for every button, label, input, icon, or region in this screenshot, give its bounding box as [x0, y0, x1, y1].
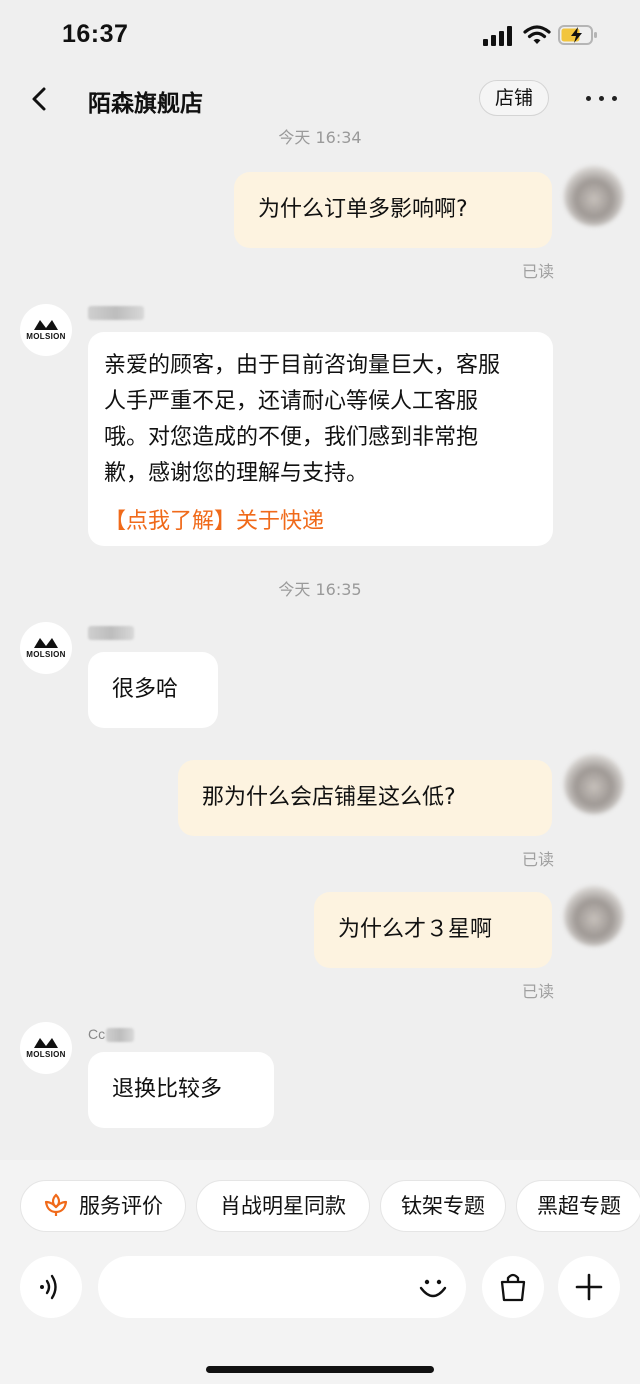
- user-avatar[interactable]: [564, 166, 624, 226]
- blurred-nickname: [88, 626, 134, 640]
- shop-button[interactable]: 店铺: [479, 80, 549, 116]
- product-button[interactable]: [482, 1256, 544, 1318]
- wifi-icon: [523, 25, 551, 44]
- user-avatar[interactable]: [564, 754, 624, 814]
- status-bar: 16:37: [0, 0, 640, 72]
- bag-icon: [500, 1273, 526, 1302]
- page-title: 陌森旗舰店: [88, 91, 203, 117]
- message-bubble-in[interactable]: 退换比较多: [88, 1052, 274, 1128]
- voice-icon: [40, 1274, 57, 1300]
- message-line: 哦。对您造成的不便，我们感到非常抱: [104, 425, 479, 450]
- quick-reply-star-style[interactable]: 肖战明星同款: [196, 1180, 370, 1232]
- battery-icon: [558, 25, 597, 45]
- timestamp: 今天 16:34: [278, 128, 362, 147]
- message-line: 歉，感谢您的理解与支持。: [104, 461, 369, 486]
- message-line: 亲爱的顾客，由于目前咨询量巨大，客服: [104, 353, 501, 378]
- express-info-link[interactable]: 【点我了解】关于快递: [104, 504, 537, 540]
- shop-avatar[interactable]: MOLSION: [20, 1022, 72, 1074]
- read-receipt: 已读: [522, 850, 555, 869]
- emoji-icon[interactable]: [416, 1270, 450, 1304]
- message-bubble-in[interactable]: 很多哈: [88, 652, 218, 728]
- more-icon[interactable]: [586, 90, 618, 106]
- shop-avatar[interactable]: MOLSION: [20, 622, 72, 674]
- plus-button[interactable]: [558, 1256, 620, 1318]
- flower-icon: [44, 1193, 68, 1216]
- message-bubble-in[interactable]: 亲爱的顾客，由于目前咨询量巨大，客服 人手严重不足，还请耐心等候人工客服 哦。对…: [88, 332, 553, 546]
- message-line: 人手严重不足，还请耐心等候人工客服: [104, 389, 479, 414]
- molsion-logo-icon: [34, 320, 58, 330]
- message-bubble-out[interactable]: 那为什么会店铺星这么低?: [178, 760, 552, 836]
- quick-reply-titanium[interactable]: 钛架专题: [380, 1180, 506, 1232]
- blurred-nickname: [88, 306, 144, 320]
- nav-bar: 陌森旗舰店 店铺: [0, 72, 640, 130]
- signal-icon: [483, 26, 513, 46]
- message-bubble-out[interactable]: 为什么订单多影响啊?: [234, 172, 552, 248]
- plus-icon: [575, 1273, 603, 1301]
- blurred-nickname: [106, 1028, 134, 1042]
- molsion-logo-icon: [34, 638, 58, 648]
- molsion-logo-icon: [34, 1038, 58, 1048]
- timestamp: 今天 16:35: [278, 580, 362, 599]
- home-indicator[interactable]: [206, 1366, 434, 1373]
- nickname: Cc: [88, 1026, 106, 1042]
- bottom-panel: 服务评价 肖战明星同款 钛架专题 黑超专题: [0, 1160, 640, 1384]
- back-icon[interactable]: [26, 84, 56, 114]
- read-receipt: 已读: [522, 982, 555, 1001]
- message-bubble-out[interactable]: 为什么才３星啊: [314, 892, 552, 968]
- quick-reply-sunglasses[interactable]: 黑超专题: [516, 1180, 640, 1232]
- read-receipt: 已读: [522, 262, 555, 281]
- shop-avatar[interactable]: MOLSION: [20, 304, 72, 356]
- status-time: 16:37: [62, 20, 129, 48]
- message-input[interactable]: [98, 1256, 466, 1318]
- voice-button[interactable]: [20, 1256, 82, 1318]
- quick-reply-service-rating[interactable]: 服务评价: [20, 1180, 186, 1232]
- user-avatar[interactable]: [564, 886, 624, 946]
